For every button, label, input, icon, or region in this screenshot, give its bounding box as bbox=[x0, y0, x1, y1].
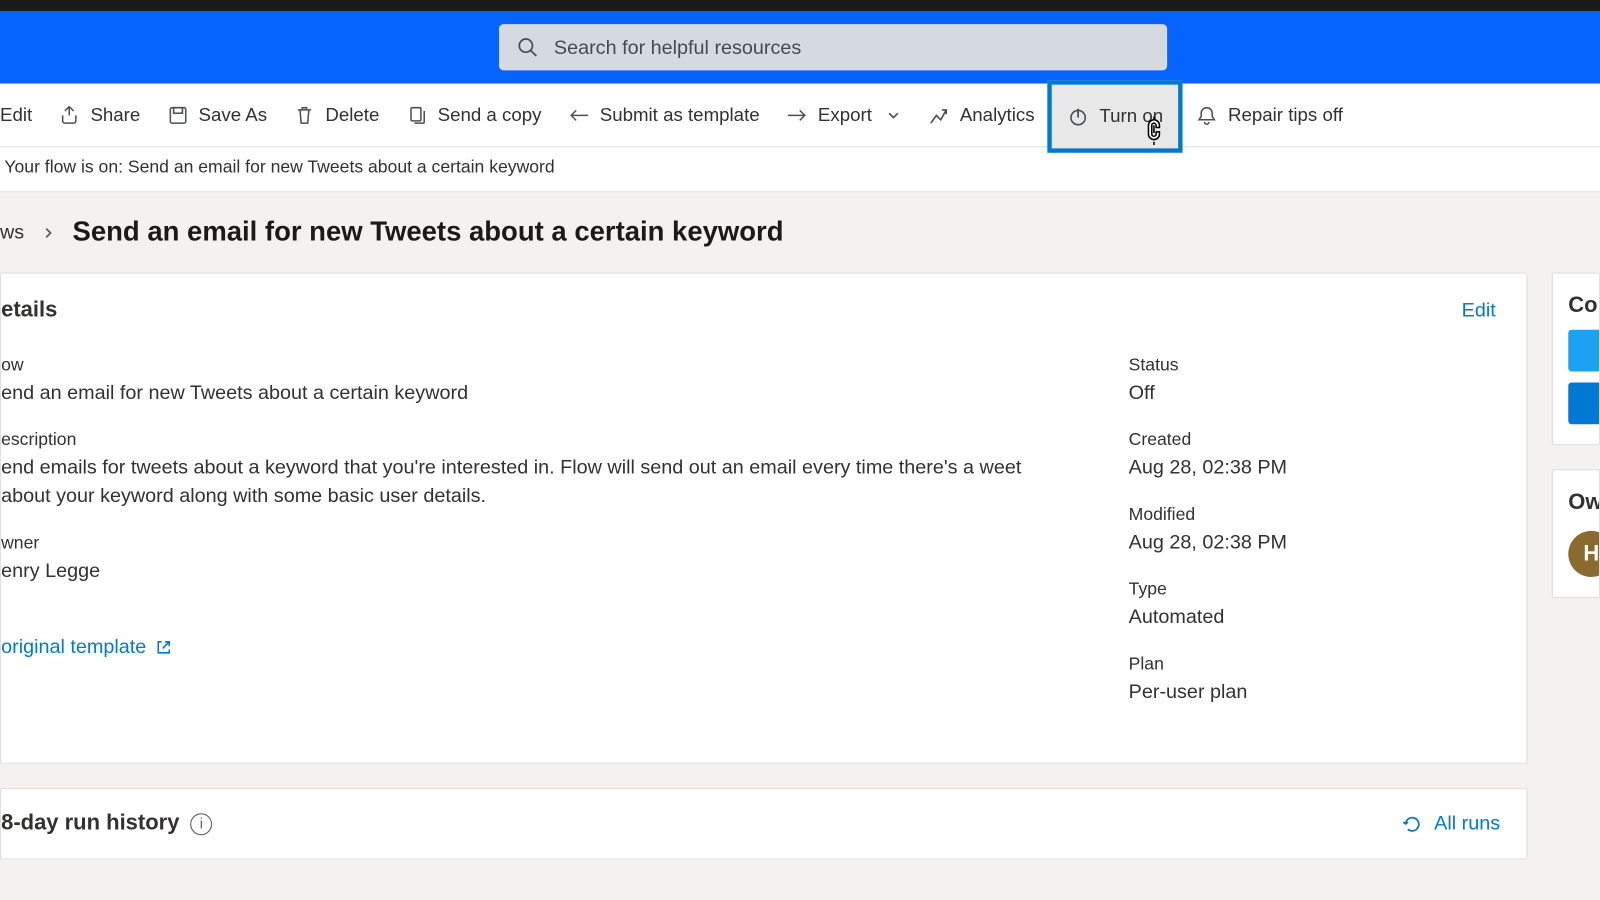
send-copy-button[interactable]: Send a copy bbox=[393, 84, 555, 147]
refresh-icon bbox=[1401, 813, 1423, 835]
connector-icon[interactable] bbox=[1568, 330, 1600, 372]
status-value: Off bbox=[1129, 378, 1503, 407]
created-label: Created bbox=[1129, 431, 1503, 451]
turn-on-button[interactable]: Turn on bbox=[1048, 80, 1183, 153]
submit-icon bbox=[568, 104, 590, 126]
description-value: end emails for tweets about a keyword th… bbox=[1, 453, 1063, 510]
description-label: escription bbox=[1, 431, 1063, 451]
modified-label: Modified bbox=[1129, 506, 1503, 526]
info-icon[interactable]: i bbox=[190, 813, 212, 835]
plan-label: Plan bbox=[1129, 655, 1503, 675]
connections-heading: Co bbox=[1568, 293, 1599, 318]
status-label: Status bbox=[1129, 356, 1503, 376]
repair-tips-button[interactable]: Repair tips off bbox=[1183, 84, 1356, 147]
flow-value: end an email for new Tweets about a cert… bbox=[1, 378, 1063, 407]
copy-icon bbox=[406, 104, 428, 126]
share-icon bbox=[59, 104, 81, 126]
export-button[interactable]: Export bbox=[773, 84, 915, 147]
details-edit-link[interactable]: Edit bbox=[1462, 299, 1503, 322]
run-history-card: 8-day run history i All runs bbox=[0, 788, 1528, 859]
type-label: Type bbox=[1129, 581, 1503, 601]
submit-template-button[interactable]: Submit as template bbox=[555, 84, 773, 147]
edit-button[interactable]: Edit bbox=[0, 84, 45, 147]
details-card: etails Edit ow end an email for new Twee… bbox=[0, 273, 1528, 765]
flow-status-notice: Your flow is on: Send an email for new T… bbox=[0, 147, 1600, 192]
details-heading: etails bbox=[1, 298, 57, 323]
search-icon bbox=[517, 36, 539, 58]
save-icon bbox=[167, 104, 189, 126]
analytics-button[interactable]: Analytics bbox=[915, 84, 1048, 147]
run-history-title: 8-day run history bbox=[1, 812, 179, 837]
breadcrumb-root[interactable]: ws bbox=[0, 221, 24, 244]
save-as-button[interactable]: Save As bbox=[153, 84, 280, 147]
owners-card: Ow H bbox=[1552, 469, 1600, 598]
type-value: Automated bbox=[1129, 603, 1503, 632]
all-runs-link[interactable]: All runs bbox=[1401, 813, 1507, 836]
share-button[interactable]: Share bbox=[45, 84, 153, 147]
owner-value: enry Legge bbox=[1, 556, 1063, 585]
command-bar: Edit Share Save As Delete Send a copy Su… bbox=[0, 84, 1600, 148]
header-bar bbox=[0, 11, 1600, 84]
original-template-link[interactable]: original template bbox=[1, 636, 1063, 659]
breadcrumb: ws Send an email for new Tweets about a … bbox=[0, 192, 1600, 272]
trash-icon bbox=[293, 104, 315, 126]
chevron-right-icon bbox=[42, 226, 55, 239]
modified-value: Aug 28, 02:38 PM bbox=[1129, 528, 1503, 557]
export-icon bbox=[786, 104, 808, 126]
owner-label: wner bbox=[1, 534, 1063, 554]
chevron-down-icon bbox=[886, 107, 901, 122]
flow-label: ow bbox=[1, 356, 1063, 376]
search-input[interactable] bbox=[554, 36, 1150, 59]
page-title: Send an email for new Tweets about a cer… bbox=[73, 217, 784, 249]
owner-avatar[interactable]: H bbox=[1568, 531, 1600, 577]
created-value: Aug 28, 02:38 PM bbox=[1129, 453, 1503, 482]
analytics-icon bbox=[928, 104, 950, 126]
owners-heading: Ow bbox=[1568, 490, 1599, 515]
search-box[interactable] bbox=[499, 24, 1167, 70]
power-icon bbox=[1068, 105, 1090, 127]
bell-icon bbox=[1196, 104, 1218, 126]
connector-icon[interactable] bbox=[1568, 382, 1600, 424]
delete-button[interactable]: Delete bbox=[280, 84, 392, 147]
connections-card: Co bbox=[1552, 273, 1600, 446]
external-link-icon bbox=[155, 638, 173, 656]
plan-value: Per-user plan bbox=[1129, 677, 1503, 706]
